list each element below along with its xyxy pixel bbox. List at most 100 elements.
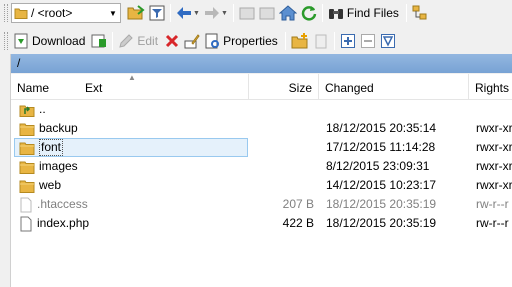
- file-row[interactable]: font 17/12/2015 11:14:28 rwxr-xr: [11, 138, 512, 157]
- arrow-left-icon: [177, 7, 191, 19]
- file-name: .htaccess: [37, 197, 88, 211]
- column-header-name[interactable]: Name: [11, 74, 71, 100]
- column-header-rights[interactable]: Rights: [469, 74, 512, 100]
- find-files-button[interactable]: Find Files: [326, 2, 403, 24]
- directory-combobox[interactable]: / <root> ▼: [11, 3, 121, 23]
- file-changed: 18/12/2015 20:35:14: [326, 121, 437, 135]
- refresh-button[interactable]: [299, 2, 319, 24]
- directory-combobox-value: / <root>: [31, 6, 73, 20]
- file-row[interactable]: ..: [11, 100, 512, 119]
- home-icon: [278, 5, 297, 21]
- arrow-right-icon: [204, 7, 219, 19]
- file-name-cell: font: [19, 138, 64, 157]
- file-name-cell: ..: [19, 100, 46, 119]
- column-header-changed[interactable]: Changed: [319, 74, 469, 100]
- file-row[interactable]: .htaccess 207 B 18/12/2015 20:35:19 rw-r--r: [11, 195, 512, 214]
- file-size: [246, 100, 314, 119]
- toolbar-separator: [405, 4, 407, 22]
- back-button[interactable]: ▼: [174, 2, 202, 24]
- unselect-files-button: [358, 30, 378, 52]
- folder-icon: [14, 8, 28, 19]
- file-icon: [20, 216, 32, 231]
- sort-ascending-icon: ▲: [128, 73, 136, 82]
- chevron-down-icon[interactable]: ▼: [193, 10, 200, 17]
- current-path: /: [17, 56, 21, 70]
- new-folder-icon: [291, 33, 308, 49]
- file-name: ..: [39, 102, 46, 116]
- file-changed: 17/12/2015 11:14:28: [326, 140, 436, 154]
- refresh-icon: [301, 6, 317, 21]
- file-rights: rwxr-xr: [476, 178, 512, 192]
- download-button[interactable]: Download: [11, 30, 89, 52]
- toolbar-separator: [284, 32, 286, 50]
- delete-button[interactable]: [162, 30, 182, 52]
- chevron-down-icon[interactable]: ▼: [106, 4, 120, 22]
- download-options-button[interactable]: [89, 30, 109, 52]
- filter-icon: [149, 5, 165, 21]
- tree-view-button[interactable]: [410, 2, 430, 24]
- file-name: web: [39, 178, 62, 192]
- toolbar-separator: [112, 32, 114, 50]
- folder-icon: [19, 180, 35, 193]
- file-name: images: [39, 159, 78, 173]
- new-file-button: [311, 30, 331, 52]
- parent-folder-icon: [239, 7, 255, 20]
- file-rows: .. backup 18/12/2015 20:35:14 rwxr-xr font 17…: [11, 100, 512, 233]
- open-directory-button[interactable]: [125, 2, 147, 24]
- folder-icon: [19, 123, 35, 136]
- file-size: [246, 138, 314, 157]
- file-toolbar: Download Edit Properties: [0, 28, 512, 54]
- rename-icon: [184, 34, 200, 49]
- file-row[interactable]: backup 18/12/2015 20:35:14 rwxr-xr: [11, 119, 512, 138]
- file-changed: 8/12/2015 23:09:31: [326, 159, 430, 173]
- plus-icon: [340, 34, 355, 48]
- toolbar-grip[interactable]: [4, 32, 8, 50]
- root-directory-button: [257, 2, 277, 24]
- column-header-size[interactable]: Size: [249, 74, 319, 100]
- file-name: index.php: [37, 216, 90, 230]
- file-name: font: [39, 139, 64, 156]
- toolbar-grip[interactable]: [4, 4, 8, 22]
- minus-icon: [360, 34, 375, 48]
- toolbar-separator: [333, 32, 335, 50]
- remote-file-list[interactable]: Name Ext ▲ Size Changed Rights .. backup 1…: [11, 73, 512, 287]
- file-rights: rw-r--r: [476, 197, 509, 211]
- file-changed: 18/12/2015 20:35:19: [326, 216, 437, 230]
- rename-button[interactable]: [182, 30, 202, 52]
- find-files-label: Find Files: [346, 6, 399, 20]
- toolbar-separator: [321, 4, 323, 22]
- file-name-cell: backup: [19, 119, 78, 138]
- file-size: 207 B: [282, 197, 314, 211]
- forward-button: ▼: [202, 2, 230, 24]
- file-row[interactable]: images 8/12/2015 23:09:31 rwxr-xr: [11, 157, 512, 176]
- file-rights: rwxr-xr: [476, 121, 512, 135]
- select-files-button[interactable]: [338, 30, 358, 52]
- file-changed: 18/12/2015 20:35:19: [326, 197, 437, 211]
- file-row[interactable]: web 14/12/2015 10:23:17 rwxr-xr: [11, 176, 512, 195]
- download-icon: [14, 33, 28, 49]
- toolbar-separator: [232, 4, 234, 22]
- column-header-row: Name Ext ▲ Size Changed Rights: [11, 73, 512, 100]
- edit-icon: [119, 34, 134, 48]
- properties-button[interactable]: Properties: [202, 30, 282, 52]
- local-panel-edge: [0, 54, 11, 287]
- file-rights: rwxr-xr: [476, 159, 512, 173]
- file-size: [246, 119, 314, 138]
- chevron-down-icon: ▼: [220, 9, 228, 17]
- binoculars-icon: [328, 9, 343, 19]
- filter-button[interactable]: [147, 2, 167, 24]
- file-size: [246, 176, 314, 195]
- file-name-cell: index.php: [19, 214, 89, 233]
- edit-button: Edit: [116, 30, 162, 52]
- toolbar-separator: [170, 4, 171, 22]
- column-header-ext[interactable]: Ext: [79, 74, 249, 100]
- download-label: Download: [32, 34, 86, 48]
- file-name-cell: web: [19, 176, 61, 195]
- new-folder-button[interactable]: [289, 30, 311, 52]
- folder-icon: [19, 161, 35, 174]
- file-icon: [20, 197, 32, 212]
- file-rights: rw-r--r: [476, 216, 509, 230]
- file-row[interactable]: index.php 422 B 18/12/2015 20:35:19 rw-r--r: [11, 214, 512, 233]
- filter-files-button[interactable]: [378, 30, 398, 52]
- home-directory-button[interactable]: [277, 2, 299, 24]
